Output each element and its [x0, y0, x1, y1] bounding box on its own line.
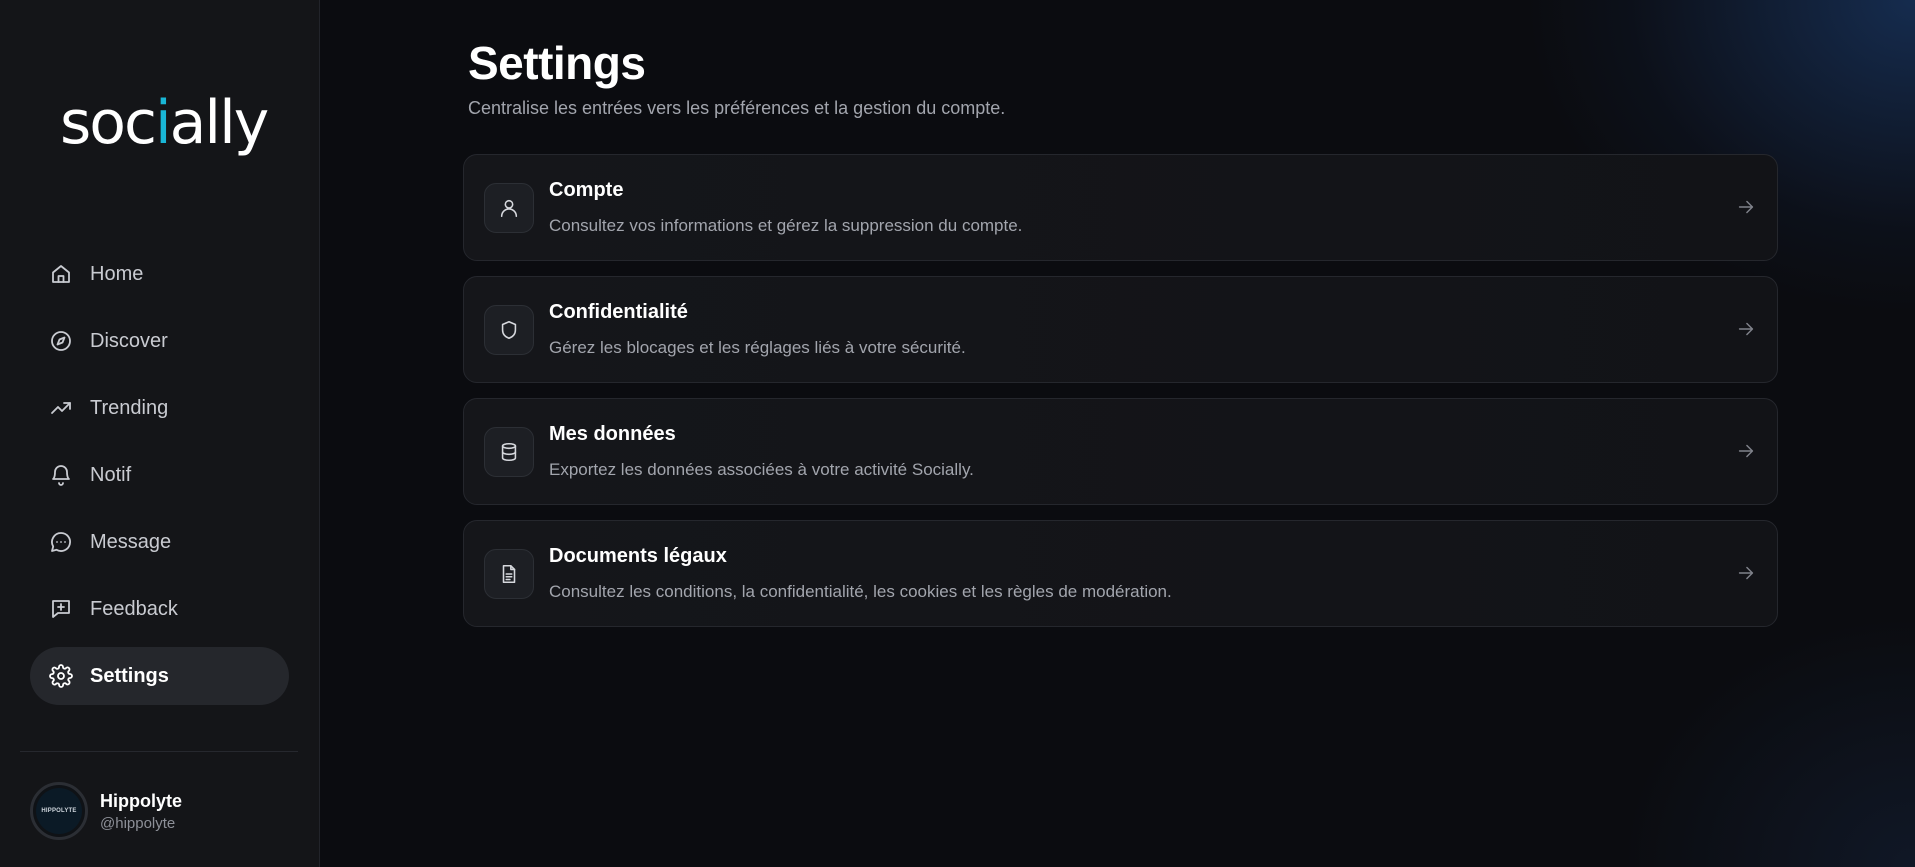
- card-title: Mes données: [549, 423, 676, 445]
- bell-icon: [48, 462, 74, 488]
- document-icon: [484, 549, 534, 599]
- profile-info: Hippolyte @hippolyte: [100, 791, 182, 832]
- avatar-logo-text: HIPPOLYTE: [41, 808, 77, 814]
- settings-card-compte[interactable]: Compte Consultez vos informations et gér…: [463, 154, 1778, 261]
- card-title: Confidentialité: [549, 301, 688, 323]
- arrow-right-icon: [1735, 196, 1757, 218]
- sidebar-item-label: Home: [90, 262, 144, 285]
- sidebar-item-label: Message: [90, 530, 172, 553]
- message-plus-icon: [48, 596, 74, 622]
- sidebar-item-discover[interactable]: Discover: [30, 312, 289, 370]
- logo-text-accent: i: [154, 88, 172, 158]
- gear-icon: [48, 663, 74, 689]
- profile-card[interactable]: HIPPOLYTE Hippolyte @hippolyte: [30, 782, 182, 840]
- arrow-right-icon: [1735, 318, 1757, 340]
- sidebar-item-settings[interactable]: Settings: [30, 647, 289, 705]
- card-title: Compte: [549, 179, 624, 201]
- avatar-image: HIPPOLYTE: [36, 788, 82, 834]
- settings-card-documents-legaux[interactable]: Documents légaux Consultez les condition…: [463, 520, 1778, 627]
- sidebar: socially Home Discover Trending Notif Me…: [0, 0, 320, 867]
- main-content: Settings Centralise les entrées vers les…: [320, 0, 1915, 867]
- sidebar-item-home[interactable]: Home: [30, 245, 289, 303]
- sidebar-item-notif[interactable]: Notif: [30, 446, 289, 504]
- socially-logo[interactable]: socially: [60, 88, 270, 158]
- trending-up-icon: [48, 395, 74, 421]
- arrow-right-icon: [1735, 562, 1757, 584]
- sidebar-nav: Home Discover Trending Notif Message Fee…: [30, 245, 289, 714]
- logo-text-start: soc: [60, 88, 157, 158]
- sidebar-item-label: Notif: [90, 463, 132, 486]
- settings-card-mes-donnees[interactable]: Mes données Exportez les données associé…: [463, 398, 1778, 505]
- shield-icon: [484, 305, 534, 355]
- logo-text-end: ally: [169, 88, 270, 158]
- card-title: Documents légaux: [549, 545, 727, 567]
- sidebar-item-label: Discover: [90, 329, 168, 352]
- sidebar-item-feedback[interactable]: Feedback: [30, 580, 289, 638]
- card-description: Gérez les blocages et les réglages liés …: [549, 338, 966, 357]
- settings-card-confidentialite[interactable]: Confidentialité Gérez les blocages et le…: [463, 276, 1778, 383]
- sidebar-item-label: Settings: [90, 664, 169, 687]
- settings-list: Compte Consultez vos informations et gér…: [463, 154, 1778, 642]
- profile-name: Hippolyte: [100, 790, 183, 811]
- sidebar-divider: [20, 751, 298, 752]
- card-description: Consultez vos informations et gérez la s…: [549, 216, 1023, 235]
- arrow-right-icon: [1735, 440, 1757, 462]
- page-title: Settings: [468, 37, 646, 89]
- sidebar-item-label: Feedback: [90, 597, 178, 620]
- sidebar-item-trending[interactable]: Trending: [30, 379, 289, 437]
- card-description: Consultez les conditions, la confidentia…: [549, 582, 1172, 601]
- compass-icon: [48, 328, 74, 354]
- message-circle-icon: [48, 529, 74, 555]
- sidebar-item-label: Trending: [90, 396, 169, 419]
- database-icon: [484, 427, 534, 477]
- avatar[interactable]: HIPPOLYTE: [30, 782, 88, 840]
- user-icon: [484, 183, 534, 233]
- card-description: Exportez les données associées à votre a…: [549, 460, 974, 479]
- home-icon: [48, 261, 74, 287]
- profile-handle: @hippolyte: [100, 814, 176, 832]
- app-root: socially Home Discover Trending Notif Me…: [0, 0, 1915, 867]
- sidebar-item-message[interactable]: Message: [30, 513, 289, 571]
- page-subtitle: Centralise les entrées vers les préféren…: [468, 98, 1006, 118]
